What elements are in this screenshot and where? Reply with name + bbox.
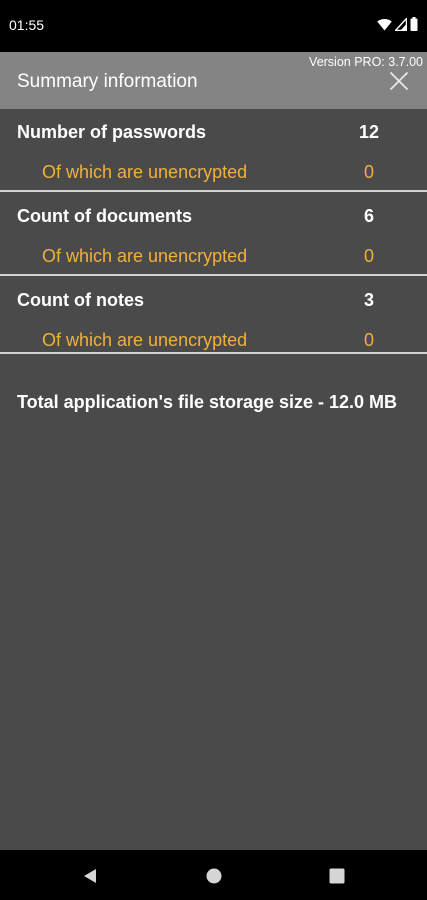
status-icons	[377, 17, 418, 31]
notes-unencrypted-count: 0	[363, 330, 374, 350]
back-icon[interactable]	[81, 867, 99, 885]
notes-row: Count of notes 3	[0, 286, 427, 314]
notes-unencrypted-label: Of which are unencrypted	[42, 330, 248, 350]
notes-unencrypted-row: Of which are unencrypted 0	[0, 326, 427, 354]
total-storage-text: Total application's file storage size - …	[17, 392, 398, 412]
recents-icon[interactable]	[328, 867, 346, 885]
battery-icon	[410, 17, 418, 31]
signal-icon	[395, 17, 407, 31]
documents-unencrypted-count: 0	[363, 246, 374, 266]
divider	[0, 274, 427, 276]
documents-unencrypted-label: Of which are unencrypted	[42, 246, 248, 266]
documents-row: Count of documents 6	[0, 202, 427, 230]
documents-count: 6	[363, 206, 374, 226]
close-icon[interactable]	[389, 71, 409, 91]
passwords-unencrypted-row: Of which are unencrypted 0	[0, 158, 427, 186]
wifi-icon	[377, 18, 392, 31]
passwords-count: 12	[358, 122, 380, 142]
divider	[0, 352, 427, 354]
passwords-unencrypted-label: Of which are unencrypted	[42, 162, 248, 182]
notes-label: Count of notes	[17, 290, 144, 310]
navigation-bar	[0, 850, 427, 900]
page-title: Summary information	[17, 71, 198, 92]
status-time: 01:55	[9, 17, 45, 33]
status-bar: 01:55	[0, 0, 427, 52]
notes-count: 3	[363, 290, 374, 310]
passwords-label: Number of passwords	[17, 122, 207, 142]
documents-label: Count of documents	[17, 206, 192, 226]
home-icon[interactable]	[205, 867, 223, 885]
documents-unencrypted-row: Of which are unencrypted 0	[0, 242, 427, 270]
passwords-unencrypted-count: 0	[363, 162, 374, 182]
version-label: Version PRO: 3.7.00	[309, 55, 423, 69]
passwords-row: Number of passwords 12	[0, 118, 427, 146]
dialog-header: Version PRO: 3.7.00 Summary information	[0, 52, 427, 109]
divider	[0, 190, 427, 192]
